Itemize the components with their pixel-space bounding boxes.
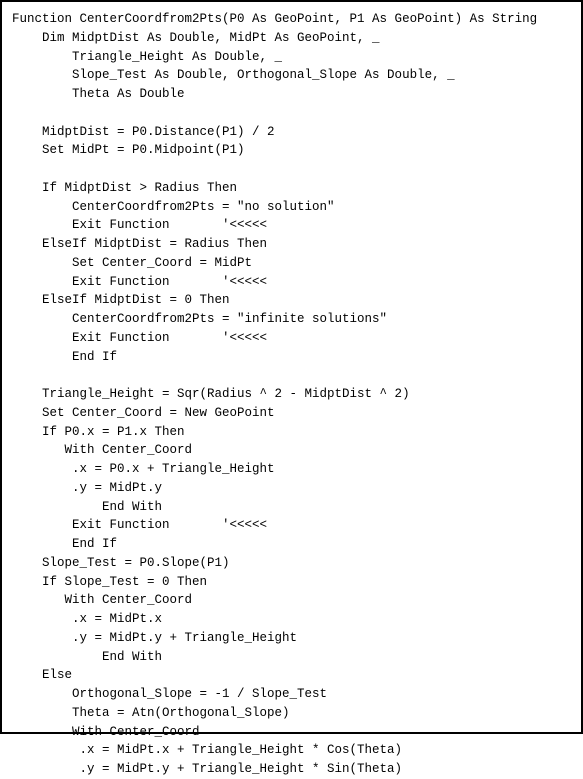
code-block: Function CenterCoordfrom2Pts(P0 As GeoPo… — [12, 10, 571, 779]
